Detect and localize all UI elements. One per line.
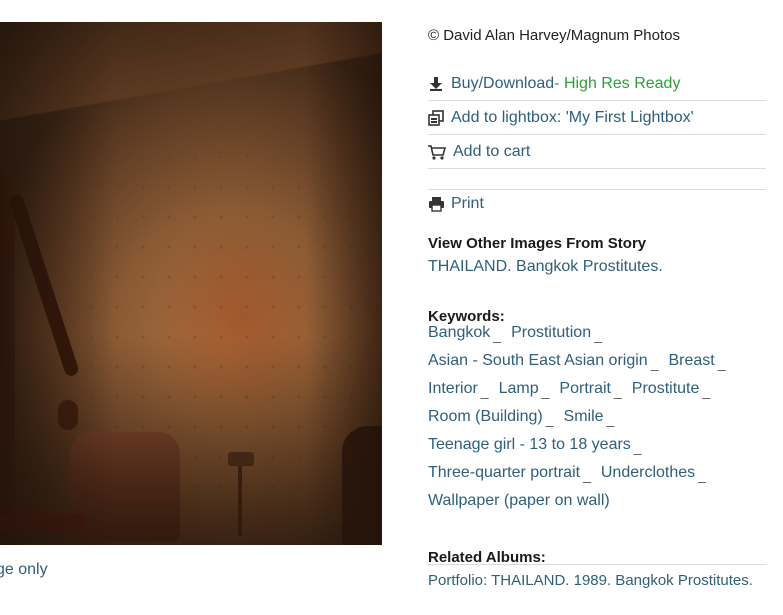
buy-download-label: Buy/Download bbox=[451, 74, 555, 92]
add-to-cart-button[interactable]: Add to cart bbox=[428, 135, 766, 169]
keyword-separator: _ bbox=[606, 411, 615, 427]
keyword-link[interactable]: Breast bbox=[668, 352, 714, 369]
photo-image[interactable] bbox=[0, 22, 382, 545]
keyword-row: Three-quarter portrait _ Underclothes _ bbox=[428, 464, 773, 492]
keyword-separator: _ bbox=[633, 439, 642, 455]
keyword-row: Teenage girl - 13 to 18 years _ bbox=[428, 436, 773, 464]
keyword-separator: _ bbox=[583, 467, 591, 483]
related-albums-heading: Related Albums: bbox=[428, 549, 546, 566]
photo-usage-text: ge only bbox=[0, 561, 48, 578]
story-heading: View Other Images From Story bbox=[428, 235, 647, 252]
keyword-link[interactable]: Asian - South East Asian origin bbox=[428, 352, 648, 369]
keyword-link[interactable]: Three-quarter portrait bbox=[428, 464, 580, 481]
add-to-lightbox-button[interactable]: Add to lightbox: 'My First Lightbox' bbox=[428, 101, 766, 135]
photo-usage-link[interactable]: ge only bbox=[0, 561, 48, 579]
print-icon bbox=[428, 196, 445, 212]
photo-shade bbox=[0, 22, 382, 545]
keyword-separator: _ bbox=[717, 355, 726, 371]
keyword-separator: _ bbox=[702, 383, 711, 399]
keyword-row: Bangkok _ Prostitution _ bbox=[428, 324, 773, 352]
keyword-separator: _ bbox=[698, 467, 706, 483]
keyword-link[interactable]: Prostitute bbox=[632, 380, 700, 397]
keyword-separator: _ bbox=[545, 411, 554, 427]
keyword-separator: _ bbox=[493, 327, 502, 343]
photo-credit: © David Alan Harvey/Magnum Photos bbox=[428, 27, 681, 44]
keyword-link[interactable]: Prostitution bbox=[511, 324, 591, 341]
print-button[interactable]: Print bbox=[428, 195, 484, 213]
high-res-status: - High Res Ready bbox=[554, 74, 681, 92]
keyword-link[interactable]: Portrait bbox=[559, 380, 611, 397]
keyword-link[interactable]: Interior bbox=[428, 380, 478, 397]
keyword-separator: _ bbox=[594, 327, 602, 343]
story-link[interactable]: THAILAND. Bangkok Prostitutes. bbox=[428, 258, 663, 276]
add-to-lightbox-label: Add to lightbox: 'My First Lightbox' bbox=[451, 108, 694, 126]
print-label: Print bbox=[451, 195, 484, 212]
keyword-row: Asian - South East Asian origin _ Breast _ bbox=[428, 352, 773, 380]
lightbox-icon bbox=[428, 109, 444, 126]
buy-download-button[interactable]: Buy/Download - High Res Ready bbox=[428, 67, 766, 101]
related-album-link[interactable]: Portfolio: THAILAND. 1989. Bangkok Prost… bbox=[428, 572, 753, 589]
keywords-heading: Keywords: bbox=[428, 308, 505, 325]
keyword-link[interactable]: Wallpaper (paper on wall) bbox=[428, 492, 610, 509]
keyword-link[interactable]: Teenage girl - 13 to 18 years bbox=[428, 436, 631, 453]
keyword-separator: _ bbox=[614, 383, 622, 399]
keyword-link[interactable]: Lamp bbox=[499, 380, 539, 397]
keyword-row: Interior _ Lamp _ Portrait _ Prostitute _ bbox=[428, 380, 773, 408]
add-to-cart-label: Add to cart bbox=[453, 142, 531, 160]
keyword-link[interactable]: Room (Building) bbox=[428, 408, 543, 425]
keyword-row: Wallpaper (paper on wall) bbox=[428, 492, 773, 520]
keyword-separator: _ bbox=[480, 383, 489, 399]
keyword-link[interactable]: Bangkok bbox=[428, 324, 490, 341]
keywords-list: Bangkok _ Prostitution _ Asian - South East… bbox=[428, 324, 773, 520]
download-icon bbox=[428, 76, 444, 92]
keyword-separator: _ bbox=[541, 383, 550, 399]
keyword-link[interactable]: Smile bbox=[564, 408, 604, 425]
section-divider bbox=[428, 189, 766, 190]
keyword-row: Room (Building) _ Smile _ bbox=[428, 408, 773, 436]
keyword-separator: _ bbox=[650, 355, 659, 371]
cart-icon bbox=[428, 144, 446, 160]
keyword-link[interactable]: Underclothes bbox=[601, 464, 695, 481]
